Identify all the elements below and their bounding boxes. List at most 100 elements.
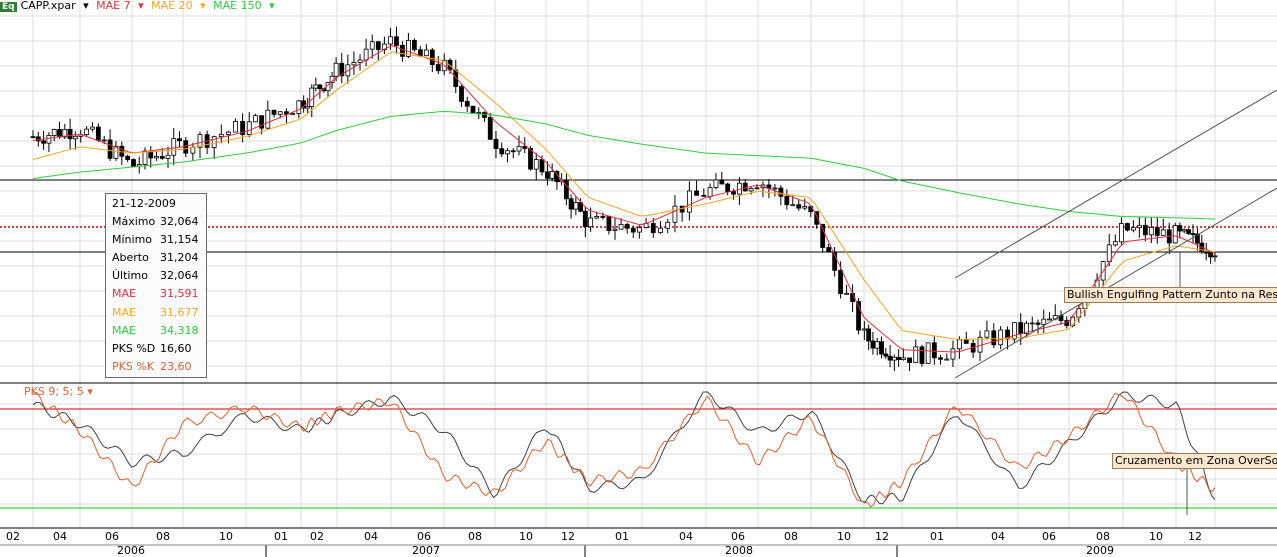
tooltip-row: Último 32,064 [106,267,206,285]
month-tick-label: 10 [1149,530,1163,543]
candle-body [650,223,656,234]
month-tick-label: 08 [156,530,170,543]
candle-body [171,138,177,156]
candle-body [499,148,505,155]
oscillator-label[interactable]: PKS 9; 5; 5 ▾ [24,385,93,398]
candle-body [900,357,906,360]
chart-legend: Eq CAPP.xpar ▾ MAE 7 ▾ MAE 20 ▾ MAE 150 ▾ [0,0,279,12]
data-tooltip: 21-12-2009 Máximo 32,064 Mínimo 31,154 Abert… [105,193,207,378]
candle-body [57,129,62,138]
candle-body [259,115,265,129]
tooltip-value: 23,60 [160,360,192,374]
candle-body [896,356,902,360]
channel-upper-line [954,89,1277,279]
candle-body [72,135,78,140]
candle-body [1018,322,1024,335]
candle-body [931,342,937,359]
legend-mae7[interactable]: MAE 7 ▾ [96,0,144,12]
candle-body [1130,227,1136,231]
candle-body [125,155,131,160]
month-tick-label: 04 [364,530,378,543]
month-tick-label: 01 [930,530,944,543]
mae-line [32,45,1216,353]
symbol-label[interactable]: CAPP.xpar ▾ [21,0,89,12]
year-tick-label: 2008 [725,544,753,557]
candle-body [253,115,258,123]
month-tick-label: 10 [837,530,851,543]
candle-body [107,139,113,159]
candle-body [713,179,719,189]
tooltip-key: Aberto [112,250,149,264]
candle-body [998,329,1004,346]
candle-body [866,328,872,342]
tooltip-key: PKS %K [112,360,154,374]
candle-body [600,216,606,218]
candle-body [870,340,876,349]
tooltip-key: MAE [112,305,136,319]
candle-body [826,247,832,253]
candle-body [363,48,369,61]
tooltip-value: 32,064 [160,214,199,228]
month-tick-label: 01 [615,530,629,543]
candle-body [487,117,493,140]
candle-body [772,187,778,190]
tooltip-row: Mínimo 31,154 [106,230,206,248]
tooltip-value: 31,154 [160,232,199,246]
candle-body [925,342,931,364]
tooltip-value: 31,204 [160,250,199,264]
candle-body [725,183,731,192]
candle-body [1186,229,1192,234]
candle-body [464,100,470,107]
candle-body [1047,318,1052,321]
legend-mae150[interactable]: MAE 150 ▾ [213,0,275,12]
candle-body [41,140,46,144]
candle-body [30,136,36,139]
candle-body [459,86,464,102]
cross-annotation[interactable]: Cruzamento em Zona OverSold [1112,453,1277,469]
candle-body [411,39,417,51]
candle-body [95,126,101,141]
month-tick-label: 01 [274,530,288,543]
candle-body [154,156,159,159]
tooltip-value: 32,064 [160,269,199,283]
tooltip-key: PKS %D [112,341,156,355]
candle-body [333,62,339,77]
month-tick-label: 06 [417,530,431,543]
candle-body [606,216,612,231]
candle-body [482,112,487,118]
month-tick-label: 06 [105,530,119,543]
candle-body [766,184,772,189]
candle-body [1106,244,1112,263]
candle-body [612,228,618,231]
legend-mae20[interactable]: MAE 20 ▾ [151,0,206,12]
tooltip-value: 31,677 [160,305,199,319]
tooltip-value: 31,591 [160,287,199,301]
candle-body [1035,322,1041,325]
candle-body [1148,227,1154,236]
candle-body [190,146,196,154]
candle-body [1125,223,1130,231]
candle-body [594,216,600,219]
month-tick-label: 10 [219,530,233,543]
month-tick-label: 08 [1096,530,1110,543]
month-tick-label: 02 [6,530,20,543]
candle-body [1012,322,1017,340]
oscillator-line [32,391,1216,508]
candle-body [351,62,357,66]
candle-body [1112,241,1118,246]
month-tick-label: 12 [875,530,889,543]
eq-logo-icon: Eq [0,2,17,12]
candle-body [1203,251,1209,254]
tooltip-row: PKS %D 16,60 [106,339,206,357]
candle-body [317,84,323,90]
candle-body [510,150,516,153]
candle-body [907,357,912,363]
tooltip-row: Aberto 31,204 [106,248,206,266]
candle-body [731,191,736,195]
candle-body [46,135,52,144]
candle-body [891,356,897,361]
candle-body [1208,252,1214,258]
pattern-annotation[interactable]: Bullish Engulfing Pattern Zunto na Resis… [1064,287,1277,303]
candle-body [84,128,90,136]
candle-body [630,227,636,233]
